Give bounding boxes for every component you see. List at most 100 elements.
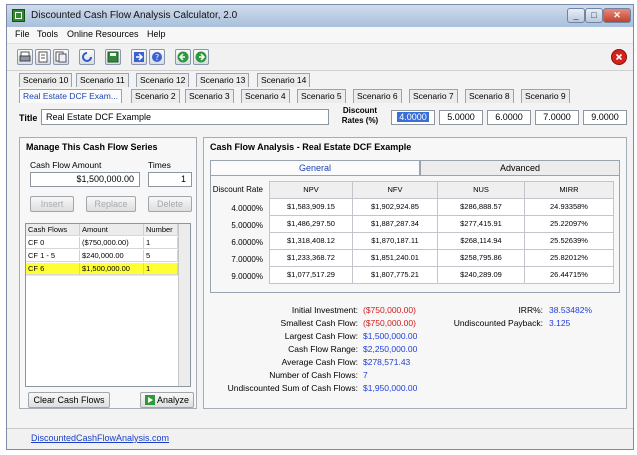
cash-flow-amount-input[interactable]: $1,500,000.00 <box>30 172 140 187</box>
refresh-icon[interactable] <box>79 49 95 65</box>
cf-amount: $240,000.00 <box>80 250 144 262</box>
tab-scenario-10[interactable]: Scenario 10 <box>19 73 73 87</box>
cf-label: CF 0 <box>26 237 80 249</box>
tab-scenario-6[interactable]: Scenario 6 <box>353 89 402 103</box>
largest-cash-flow-label: Largest Cash Flow: <box>284 331 358 341</box>
mirr-cell: 26.44715% <box>524 266 614 284</box>
col-number[interactable]: Number <box>144 224 178 236</box>
document-icon[interactable] <box>35 49 51 65</box>
npv-cell: $1,077,517.29 <box>269 266 353 284</box>
analyze-button[interactable]: Analyze <box>140 392 194 408</box>
col-cash-flows[interactable]: Cash Flows <box>26 224 80 236</box>
discount-rate-1[interactable]: 4.0000 <box>391 110 435 125</box>
menu-help[interactable]: Help <box>147 29 166 39</box>
tab-scenario-12[interactable]: Scenario 12 <box>136 73 190 87</box>
discount-rate-3[interactable]: 6.0000 <box>487 110 531 125</box>
nus-cell: $268,114.94 <box>437 232 525 250</box>
table-row[interactable]: CF 1 - 5 $240,000.00 5 <box>26 250 178 263</box>
app-icon <box>12 9 25 22</box>
cf-label: CF 1 - 5 <box>26 250 80 262</box>
col-amount[interactable]: Amount <box>80 224 144 236</box>
cash-flow-amount-label: Cash Flow Amount <box>30 160 102 170</box>
tab-scenario-7[interactable]: Scenario 7 <box>409 89 458 103</box>
help-icon[interactable]: ? <box>149 49 165 65</box>
tab-scenario-11[interactable]: Scenario 11 <box>76 73 129 87</box>
analyze-icon <box>145 395 155 405</box>
menu-online-resources[interactable]: Online Resources <box>67 29 139 39</box>
website-link[interactable]: DiscountedCashFlowAnalysis.com <box>31 433 169 443</box>
cf-label: CF 6 <box>26 263 80 275</box>
nus-cell: $240,289.09 <box>437 266 525 284</box>
maximize-button[interactable]: □ <box>585 8 603 23</box>
forward-icon[interactable] <box>193 49 209 65</box>
tab-scenario-2[interactable]: Scenario 2 <box>131 89 180 103</box>
discount-rates-label: Discount Rates (%) <box>339 106 381 126</box>
irr-label: IRR%: <box>518 305 543 315</box>
analyze-label: Analyze <box>156 395 189 405</box>
menu-tools[interactable]: Tools <box>37 29 58 39</box>
times-input[interactable]: 1 <box>148 172 192 187</box>
toolbar: ? <box>7 43 633 71</box>
minimize-button[interactable]: _ <box>567 8 585 23</box>
discount-label-line2: Rates (%) <box>341 116 379 125</box>
svg-text:?: ? <box>155 53 159 62</box>
documents-icon[interactable] <box>53 49 69 65</box>
nfv-cell: $1,870,187.11 <box>352 232 438 250</box>
tab-scenario-4[interactable]: Scenario 4 <box>241 89 290 103</box>
cash-flow-range-label: Cash Flow Range: <box>288 344 358 354</box>
menu-file[interactable]: File <box>15 29 30 39</box>
back-icon[interactable] <box>175 49 191 65</box>
nus-cell: $258,795.86 <box>437 249 525 267</box>
app-window: Discounted Cash Flow Analysis Calculator… <box>6 4 634 450</box>
tab-scenario-8[interactable]: Scenario 8 <box>465 89 514 103</box>
tab-scenario-14[interactable]: Scenario 14 <box>257 73 311 87</box>
title-label: Title <box>19 113 38 123</box>
tab-real-estate-dcf[interactable]: Real Estate DCF Exam... <box>19 89 122 103</box>
cash-flow-list-scrollbar[interactable] <box>178 224 190 386</box>
delete-button[interactable]: Delete <box>148 196 192 212</box>
times-label: Times <box>148 160 171 170</box>
cash-flow-list-header: Cash Flows Amount Number <box>26 224 178 237</box>
smallest-cash-flow-label: Smallest Cash Flow: <box>280 318 358 328</box>
window-title: Discounted Cash Flow Analysis Calculator… <box>31 10 238 21</box>
title-input[interactable]: Real Estate DCF Example <box>41 109 329 125</box>
tab-scenario-13[interactable]: Scenario 13 <box>196 73 250 87</box>
close-button[interactable]: ✕ <box>603 8 631 23</box>
mirr-cell: 25.52639% <box>524 232 614 250</box>
cash-flow-list[interactable]: Cash Flows Amount Number CF 0 ($750,000.… <box>25 223 191 387</box>
col-nfv: NFV <box>352 181 438 199</box>
discount-rate-4[interactable]: 7.0000 <box>535 110 579 125</box>
tab-scenario-5[interactable]: Scenario 5 <box>297 89 346 103</box>
tab-scenario-9[interactable]: Scenario 9 <box>521 89 570 103</box>
rate-label: 7.0000% <box>231 255 263 264</box>
average-cash-flow-label: Average Cash Flow: <box>281 357 358 367</box>
table-row-selected[interactable]: CF 6 $1,500,000.00 1 <box>26 263 178 276</box>
nus-cell: $286,888.57 <box>437 198 525 216</box>
number-of-cash-flows-value: 7 <box>363 370 368 380</box>
cf-number: 1 <box>144 263 178 275</box>
nus-cell: $277,415.91 <box>437 215 525 233</box>
number-of-cash-flows-label: Number of Cash Flows: <box>269 370 358 380</box>
tab-scenario-3[interactable]: Scenario 3 <box>185 89 234 103</box>
menu-bar: File Tools Online Resources Help <box>7 27 633 43</box>
npv-cell: $1,583,909.15 <box>269 198 353 216</box>
exit-icon[interactable] <box>611 49 627 65</box>
title-bar: Discounted Cash Flow Analysis Calculator… <box>7 5 633 27</box>
insert-button[interactable]: Insert <box>30 196 74 212</box>
printer-icon[interactable] <box>17 49 33 65</box>
rate-label: 4.0000% <box>231 204 263 213</box>
discount-rate-2[interactable]: 5.0000 <box>439 110 483 125</box>
mirr-cell: 25.22097% <box>524 215 614 233</box>
table-row[interactable]: CF 0 ($750,000.00) 1 <box>26 237 178 250</box>
discount-rate-5[interactable]: 9.0000 <box>583 110 627 125</box>
npv-cell: $1,486,297.50 <box>269 215 353 233</box>
tab-advanced[interactable]: Advanced <box>420 160 620 175</box>
arrow-icon[interactable] <box>131 49 147 65</box>
rate-label: 9.0000% <box>231 272 263 281</box>
discount-label-line1: Discount <box>342 106 378 115</box>
clear-cash-flows-button[interactable]: Clear Cash Flows <box>28 392 110 408</box>
save-icon[interactable] <box>105 49 121 65</box>
discount-rate-1-value: 4.0000 <box>397 112 429 122</box>
replace-button[interactable]: Replace <box>86 196 136 212</box>
tab-general[interactable]: General <box>210 160 420 175</box>
